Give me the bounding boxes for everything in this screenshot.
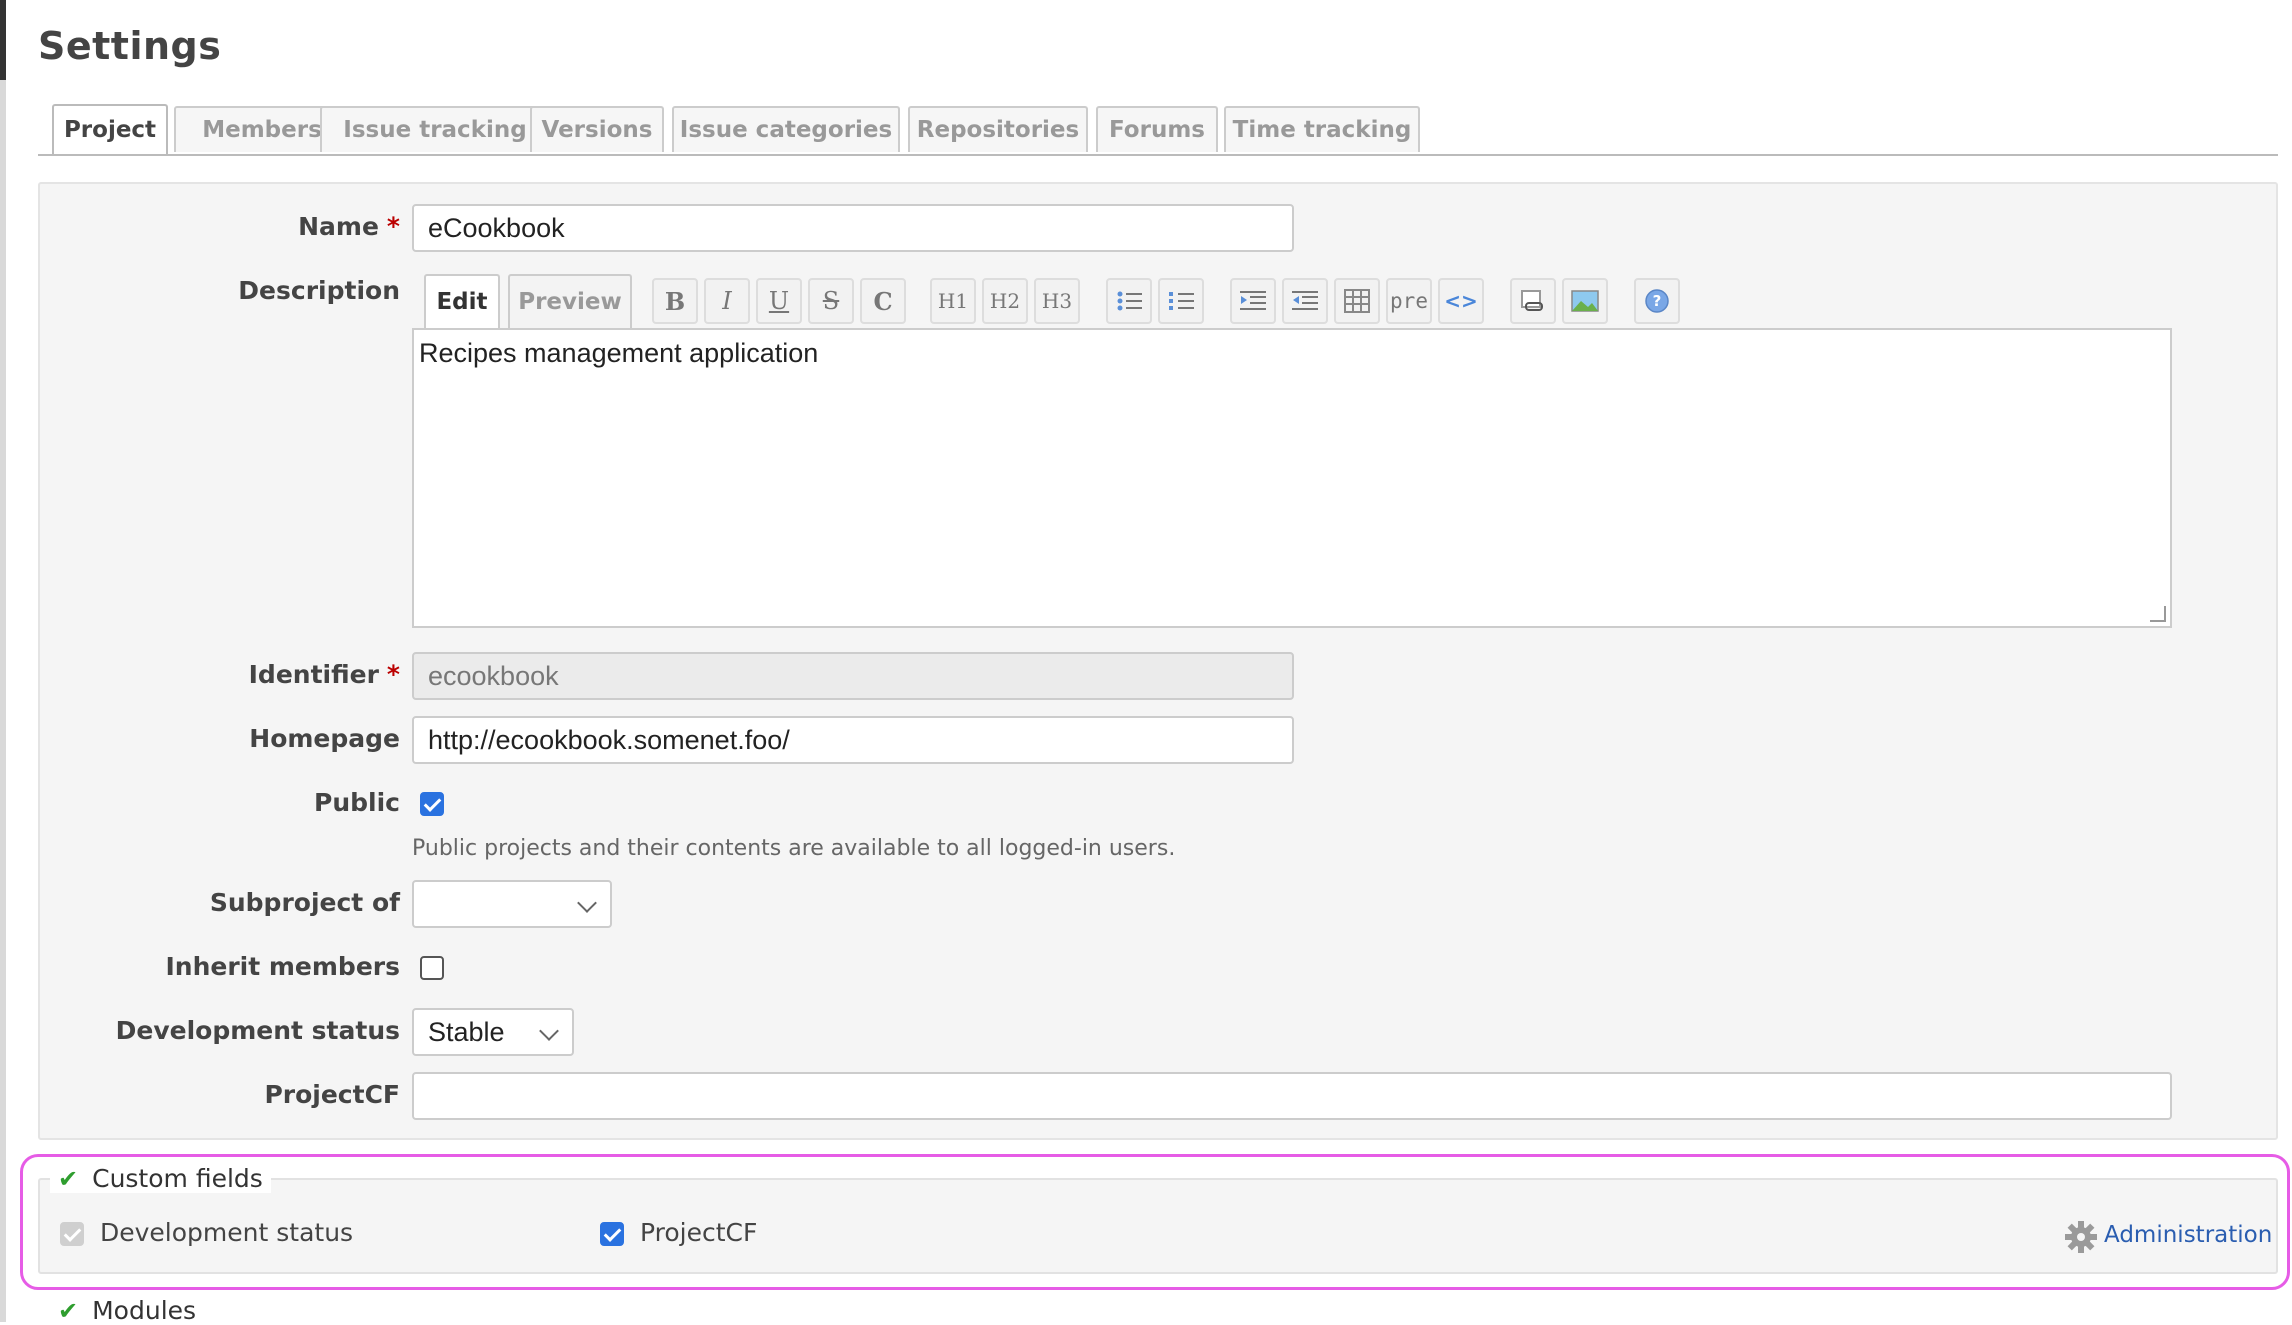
gear-icon <box>2064 1220 2098 1258</box>
name-label: Name * <box>0 212 400 241</box>
bold-button[interactable]: B <box>652 278 698 324</box>
editor-tab-preview[interactable]: Preview <box>508 274 632 328</box>
chevron-down-icon <box>539 1021 559 1041</box>
settings-tabs: Project Members Issue tracking Versions … <box>38 104 2278 156</box>
inherit-members-label: Inherit members <box>165 952 400 981</box>
checkmark-icon: ✔ <box>58 1164 79 1193</box>
subproject-select[interactable] <box>412 880 612 928</box>
image-icon <box>1571 290 1599 312</box>
cf-projectcf-checkbox[interactable] <box>600 1222 624 1246</box>
public-label: Public <box>314 788 400 817</box>
homepage-input[interactable]: http://ecookbook.somenet.foo/ <box>412 716 1294 764</box>
public-hint: Public projects and their contents are a… <box>412 836 1176 861</box>
tab-issue-categories[interactable]: Issue categories <box>672 106 900 152</box>
tab-versions[interactable]: Versions <box>530 106 664 152</box>
ordered-list-button[interactable] <box>1158 278 1204 324</box>
homepage-label: Homepage <box>249 724 400 753</box>
strikethrough-button[interactable]: S <box>808 278 854 324</box>
indent-button[interactable] <box>1230 278 1276 324</box>
development-status-label: Development status <box>115 1016 400 1045</box>
unordered-list-icon <box>1117 291 1142 311</box>
code-inline-button[interactable]: C <box>860 278 906 324</box>
inherit-members-checkbox[interactable] <box>420 956 444 980</box>
public-checkbox[interactable] <box>420 792 444 816</box>
heading2-button[interactable]: H2 <box>982 278 1028 324</box>
table-button[interactable] <box>1334 278 1380 324</box>
projectcf-input[interactable] <box>412 1072 2172 1120</box>
development-status-value: Stable <box>428 1016 505 1047</box>
modules-legend[interactable]: ✔ Modules <box>50 1296 204 1325</box>
ordered-list-icon <box>1169 292 1194 310</box>
table-icon <box>1344 289 1370 313</box>
modules-legend-text: Modules <box>92 1296 197 1325</box>
help-button[interactable]: ? <box>1634 278 1680 324</box>
custom-fields-legend-text: Custom fields <box>92 1164 263 1193</box>
tab-repositories[interactable]: Repositories <box>908 106 1088 152</box>
tab-project[interactable]: Project <box>52 104 168 154</box>
image-button[interactable] <box>1562 278 1608 324</box>
tab-issue-tracking[interactable]: Issue tracking <box>320 106 550 152</box>
svg-text:?: ? <box>1653 292 1662 310</box>
heading3-button[interactable]: H3 <box>1034 278 1080 324</box>
cf-development-status-label: Development status <box>100 1218 354 1247</box>
required-marker: * <box>386 212 400 241</box>
checkmark-icon: ✔ <box>58 1296 79 1325</box>
outdent-icon <box>1292 291 1318 310</box>
custom-fields-legend[interactable]: ✔ Custom fields <box>50 1164 271 1193</box>
indent-icon <box>1240 291 1266 310</box>
cf-projectcf-label: ProjectCF <box>640 1218 758 1247</box>
outdent-button[interactable] <box>1282 278 1328 324</box>
tab-forums[interactable]: Forums <box>1096 106 1218 152</box>
required-marker: * <box>386 660 400 689</box>
identifier-input: ecookbook <box>412 652 1294 700</box>
pre-button[interactable]: pre <box>1386 278 1432 324</box>
italic-button[interactable]: I <box>704 278 750 324</box>
underline-button[interactable]: U <box>756 278 802 324</box>
unordered-list-button[interactable] <box>1106 278 1152 324</box>
development-status-select[interactable]: Stable <box>412 1008 574 1056</box>
name-input[interactable]: eCookbook <box>412 204 1294 252</box>
subproject-label: Subproject of <box>209 888 400 917</box>
administration-link[interactable]: Administration <box>2104 1222 2272 1248</box>
resize-handle[interactable] <box>2150 606 2166 622</box>
link-button[interactable] <box>1510 278 1556 324</box>
description-label: Description <box>238 276 400 305</box>
link-icon <box>1521 290 1543 311</box>
name-label-text: Name <box>298 212 379 241</box>
cf-development-status-checkbox <box>60 1222 84 1246</box>
tab-time-tracking[interactable]: Time tracking <box>1224 106 1420 152</box>
projectcf-label: ProjectCF <box>264 1080 400 1109</box>
identifier-label: Identifier * <box>0 660 400 689</box>
description-text: Recipes management application <box>419 338 819 368</box>
custom-fields-fieldset <box>38 1178 2278 1274</box>
identifier-label-text: Identifier <box>248 660 379 689</box>
page-title: Settings <box>38 24 222 68</box>
left-edge-dark <box>0 0 6 80</box>
help-icon: ? <box>1645 289 1669 313</box>
chevron-down-icon <box>577 893 597 913</box>
description-textarea[interactable]: Recipes management application <box>412 328 2172 628</box>
code-block-button[interactable]: <> <box>1438 278 1484 324</box>
heading1-button[interactable]: H1 <box>930 278 976 324</box>
editor-tab-edit[interactable]: Edit <box>424 274 500 328</box>
